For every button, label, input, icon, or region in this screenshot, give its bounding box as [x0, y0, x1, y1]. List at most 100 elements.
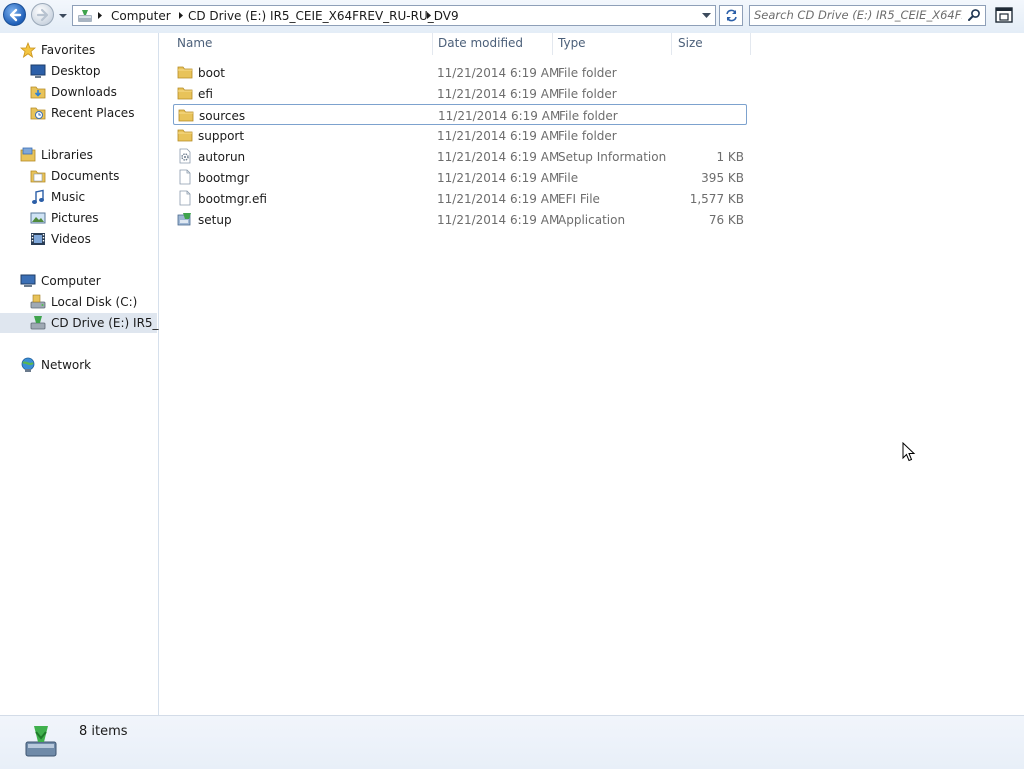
nav-group-computer[interactable]: Computer	[0, 271, 157, 291]
column-header-name[interactable]: Name	[177, 36, 212, 50]
search-icon[interactable]	[967, 8, 981, 22]
file-date: 11/21/2014 6:19 AM	[437, 150, 560, 164]
star-icon	[20, 42, 36, 58]
file-type: File folder	[558, 66, 617, 80]
nav-group-label: Favorites	[41, 43, 96, 57]
column-header-size[interactable]: Size	[678, 36, 703, 50]
file-size: 1 KB	[716, 150, 744, 164]
sidebar-item-desktop[interactable]: Desktop	[0, 61, 157, 81]
sidebar-item-documents[interactable]: Documents	[0, 166, 157, 186]
file-type: File folder	[559, 109, 618, 123]
file-date: 11/21/2014 6:19 AM	[437, 171, 560, 185]
file-name: sources	[199, 109, 246, 123]
desktop-icon	[30, 64, 46, 78]
nav-group-libraries[interactable]: Libraries	[0, 145, 157, 165]
file-type: Application	[558, 213, 626, 227]
mouse-cursor-icon	[902, 442, 916, 462]
file-row[interactable]: support 11/21/2014 6:19 AM File folder	[173, 125, 747, 146]
file-row[interactable]: autorun 11/21/2014 6:19 AM Setup Informa…	[173, 146, 747, 167]
sidebar-item-label: Downloads	[51, 85, 117, 99]
chevron-right-icon[interactable]	[97, 11, 103, 20]
preview-pane-toggle-icon[interactable]	[995, 7, 1013, 23]
sidebar-item-label: Music	[51, 190, 86, 204]
breadcrumb-computer[interactable]: Computer	[111, 9, 171, 23]
cd-drive-icon	[78, 10, 92, 22]
chevron-right-icon[interactable]	[426, 11, 432, 20]
breadcrumb-cd-drive[interactable]: CD Drive (E:) IR5_CEIE_X64FREV_RU-RU_DV9	[188, 9, 459, 23]
nav-group-network[interactable]: Network	[0, 355, 157, 375]
folder-icon	[178, 109, 194, 122]
sidebar-item-downloads[interactable]: Downloads	[0, 82, 157, 102]
computer-icon	[20, 274, 36, 287]
nav-group-label: Network	[41, 358, 92, 372]
file-name: bootmgr.efi	[198, 192, 267, 206]
nav-group-label: Libraries	[41, 148, 93, 162]
file-name: boot	[198, 66, 226, 80]
sidebar-item-local-disk[interactable]: Local Disk (C:)	[0, 292, 157, 312]
folder-icon	[177, 66, 193, 79]
file-date: 11/21/2014 6:19 AM	[437, 129, 560, 143]
column-header-type[interactable]: Type	[558, 36, 586, 50]
file-date: 11/21/2014 6:19 AM	[437, 213, 560, 227]
sidebar-item-videos[interactable]: Videos	[0, 229, 157, 249]
file-row[interactable]: boot 11/21/2014 6:19 AM File folder	[173, 62, 747, 83]
forward-button[interactable]	[31, 3, 54, 26]
sidebar-item-label: Pictures	[51, 211, 99, 225]
file-row[interactable]: setup 11/21/2014 6:19 AM Application 76 …	[173, 209, 747, 230]
sidebar-item-pictures[interactable]: Pictures	[0, 208, 157, 228]
item-count: 8 items	[79, 724, 128, 739]
back-arrow-icon	[9, 8, 22, 22]
file-name: setup	[198, 213, 232, 227]
file-date: 11/21/2014 6:19 AM	[437, 192, 560, 206]
music-icon	[32, 189, 44, 204]
file-date: 11/21/2014 6:19 AM	[438, 109, 561, 123]
file-size: 395 KB	[701, 171, 744, 185]
sidebar-item-label: Local Disk (C:)	[51, 295, 138, 309]
file-name: bootmgr	[198, 171, 250, 185]
back-button[interactable]	[3, 3, 26, 26]
column-divider[interactable]	[750, 33, 751, 55]
sidebar-item-label: Recent Places	[51, 106, 135, 120]
file-row[interactable]: efi 11/21/2014 6:19 AM File folder	[173, 83, 747, 104]
sidebar-item-recent-places[interactable]: Recent Places	[0, 103, 157, 123]
file-type: Setup Information	[558, 150, 667, 164]
file-date: 11/21/2014 6:19 AM	[437, 87, 560, 101]
pictures-icon	[30, 212, 46, 224]
file-type: File folder	[558, 129, 617, 143]
search-input[interactable]	[754, 7, 962, 23]
blank-file-icon	[179, 169, 191, 185]
sidebar-item-label: Videos	[51, 232, 91, 246]
sidebar-item-cd-drive[interactable]: CD Drive (E:) IR5_CEI	[0, 313, 178, 333]
network-icon	[21, 357, 35, 372]
cd-drive-icon	[30, 316, 46, 330]
recent-places-icon	[30, 107, 46, 120]
recent-pages-dropdown-icon[interactable]	[57, 10, 69, 22]
file-row-focused[interactable]: sources 11/21/2014 6:19 AM File folder	[173, 104, 747, 125]
settings-file-icon	[179, 148, 191, 164]
folder-icon	[177, 129, 193, 142]
address-dropdown-icon[interactable]	[702, 13, 711, 19]
file-list: Name Date modified Type Size boot 11/21/…	[159, 33, 1024, 715]
navigation-bar: Computer CD Drive (E:) IR5_CEIE_X64FREV_…	[0, 0, 1024, 33]
column-divider[interactable]	[671, 33, 672, 55]
column-divider[interactable]	[552, 33, 553, 55]
details-pane: 8 items	[0, 715, 1024, 769]
search-box[interactable]	[749, 5, 986, 26]
file-row[interactable]: bootmgr 11/21/2014 6:19 AM File 395 KB	[173, 167, 747, 188]
refresh-button[interactable]	[719, 5, 743, 26]
file-size: 1,577 KB	[689, 192, 744, 206]
file-name: autorun	[198, 150, 246, 164]
nav-group-favorites[interactable]: Favorites	[0, 40, 157, 60]
cd-drive-icon	[25, 726, 57, 757]
column-header-date-modified[interactable]: Date modified	[438, 36, 523, 50]
folder-icon	[177, 87, 193, 100]
nav-group-label: Computer	[41, 274, 101, 288]
column-divider[interactable]	[432, 33, 433, 55]
blank-file-icon	[179, 190, 191, 206]
chevron-right-icon[interactable]	[178, 11, 184, 20]
file-row[interactable]: bootmgr.efi 11/21/2014 6:19 AM EFI File …	[173, 188, 747, 209]
sidebar-item-music[interactable]: Music	[0, 187, 157, 207]
libraries-icon	[20, 147, 36, 162]
refresh-icon	[726, 9, 737, 22]
address-bar[interactable]: Computer CD Drive (E:) IR5_CEIE_X64FREV_…	[72, 5, 716, 26]
